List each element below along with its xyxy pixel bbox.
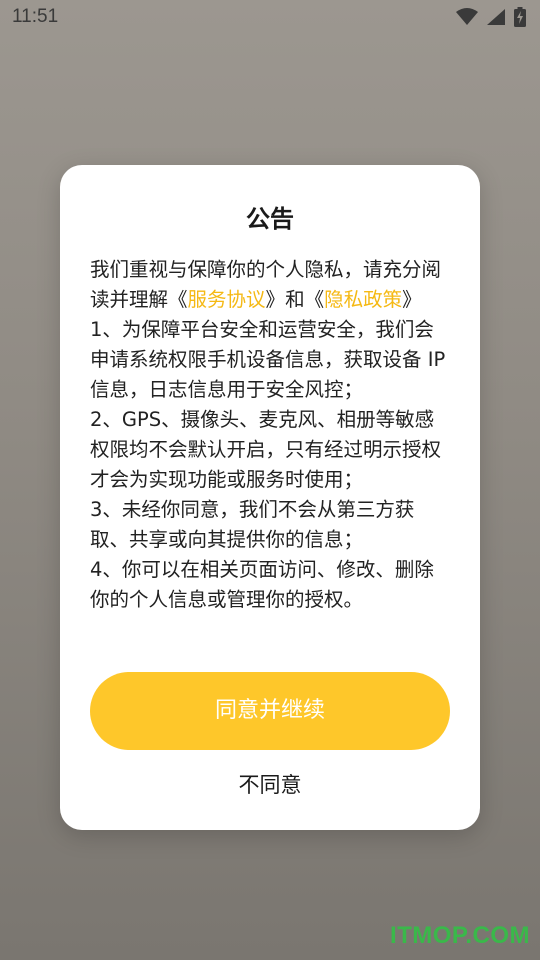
agree-continue-button[interactable]: 同意并继续 — [90, 672, 450, 750]
signal-icon — [486, 8, 506, 30]
intro-paragraph: 我们重视与保障你的个人隐私，请充分阅读并理解《服务协议》和《隐私政策》 — [90, 255, 452, 315]
privacy-policy-link[interactable]: 隐私政策 — [324, 288, 402, 311]
close-quote: 》 — [265, 288, 286, 311]
open-quote: 《 — [168, 288, 188, 311]
disagree-button[interactable]: 不同意 — [60, 767, 480, 803]
and-text: 和 — [285, 288, 305, 311]
battery-charging-icon — [514, 7, 526, 31]
dialog-title: 公告 — [246, 205, 294, 233]
service-agreement-link[interactable]: 服务协议 — [188, 288, 266, 311]
notice-item-4: 4、你可以在相关页面访问、修改、删除你的个人信息或管理你的授权。 — [90, 558, 434, 611]
notice-item-1: 1、为保障平台安全和运营安全，我们会申请系统权限手机设备信息，获取设备 IP 信… — [90, 318, 446, 401]
dialog-body: 我们重视与保障你的个人隐私，请充分阅读并理解《服务协议》和《隐私政策》 1、为保… — [90, 255, 452, 615]
watermark: ITMOP.COM — [389, 922, 530, 949]
status-time: 11:51 — [12, 6, 59, 27]
open-quote: 《 — [304, 288, 325, 311]
close-quote: 》 — [402, 288, 422, 311]
wifi-icon — [456, 8, 478, 30]
notice-item-2: 2、GPS、摄像头、麦克风、相册等敏感权限均不会默认开启，只有经过明示授权才会为… — [90, 408, 442, 491]
notice-item-3: 3、未经你同意，我们不会从第三方获取、共享或向其提供你的信息； — [90, 498, 415, 551]
notice-dialog: 公告 我们重视与保障你的个人隐私，请充分阅读并理解《服务协议》和《隐私政策》 1… — [60, 165, 480, 830]
status-icons — [456, 7, 526, 31]
status-bar: 11:51 — [0, 0, 540, 36]
